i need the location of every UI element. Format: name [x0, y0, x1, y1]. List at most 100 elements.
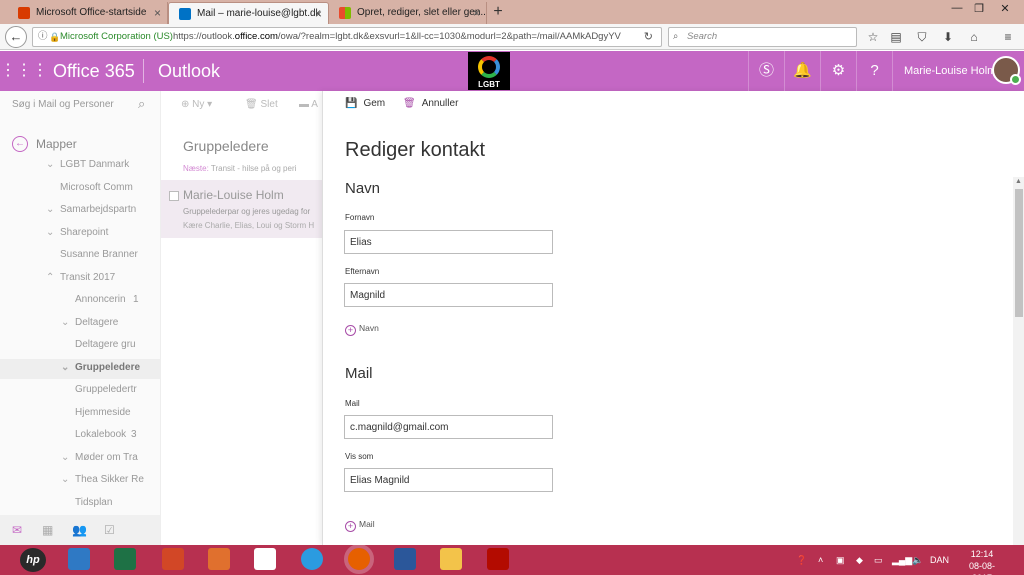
folder-item[interactable]: ⌄ Thea Sikker Re [61, 474, 160, 490]
internet-explorer-icon[interactable] [301, 548, 323, 570]
back-button[interactable]: ← [5, 26, 27, 48]
volume-icon[interactable]: 🔈 [912, 545, 923, 575]
info-icon[interactable]: ⓘ [38, 28, 48, 46]
dropbox-icon[interactable] [254, 548, 276, 570]
search-icon[interactable]: ⌕ [138, 96, 145, 112]
bookmark-star-icon[interactable]: ☆ [865, 29, 881, 45]
folder-item[interactable]: Gruppeledertr [61, 384, 160, 400]
tab-close-icon[interactable]: × [473, 2, 480, 24]
window-close-icon[interactable]: ✕ [994, 2, 1016, 15]
skype-icon[interactable]: Ⓢ [748, 51, 784, 91]
cancel-button[interactable]: 🗑 Annuller [403, 98, 458, 109]
delete-button[interactable]: 🗑 Slet [245, 99, 278, 110]
plus-circle-icon: + [345, 325, 356, 336]
language-indicator[interactable]: DAN [930, 545, 949, 575]
mail-icon[interactable]: ✉ [12, 523, 22, 537]
start-button[interactable]: hp [20, 548, 46, 572]
back-arrow-icon[interactable]: ← [12, 136, 28, 152]
last-name-field[interactable] [344, 283, 553, 307]
plus-circle-icon: + [345, 521, 356, 532]
download-icon[interactable]: ⬇ [940, 29, 956, 45]
edit-contact-panel: 💾 Gem 🗑 Annuller Rediger kontakt Navn Forn… [322, 91, 1024, 545]
add-name-button[interactable]: + Navn [345, 323, 379, 336]
bell-icon[interactable]: 🔔 [784, 51, 820, 91]
powerpoint-icon[interactable] [162, 548, 184, 570]
system-clock[interactable]: 12:14 08-08-2017 [960, 548, 1004, 575]
first-name-field[interactable] [344, 230, 553, 254]
folder-item[interactable]: Tidsplan [61, 497, 160, 513]
dropbox-tray-icon[interactable]: ◆ [856, 545, 863, 575]
archive-icon: ▬ [299, 99, 312, 110]
acrobat-icon[interactable] [487, 548, 509, 570]
folder-item[interactable]: ⌄ Møder om Tra [61, 452, 160, 468]
file-explorer-icon[interactable] [440, 548, 462, 570]
help-icon[interactable]: ? [856, 51, 892, 91]
folder-item[interactable]: Hjemmeside [61, 407, 160, 423]
save-button[interactable]: 💾 Gem [345, 98, 385, 109]
avatar[interactable] [992, 56, 1021, 85]
folder-item-selected[interactable]: ⌄ Gruppeledere [0, 359, 160, 379]
scrollbar-thumb[interactable] [1015, 189, 1023, 317]
scrollbar[interactable]: ▲ [1013, 177, 1024, 545]
audio-app-icon[interactable] [208, 548, 230, 570]
microsoft-favicon-icon [339, 7, 351, 19]
brand-title[interactable]: Office 365 [53, 51, 135, 91]
excel-icon[interactable] [114, 548, 136, 570]
help-tray-icon[interactable]: ❓ [796, 545, 807, 575]
folder-item[interactable]: ⌄ LGBT Danmark [46, 159, 160, 175]
media-player-icon[interactable] [68, 548, 90, 570]
email-field[interactable] [344, 415, 553, 439]
browser-search-input[interactable]: ⌕ Search [668, 27, 857, 47]
reload-icon[interactable]: ↻ [644, 28, 653, 46]
folders-title[interactable]: Mapper [36, 137, 77, 151]
url-bar[interactable]: ⓘ 🔒 Microsoft Corporation (US) https://o… [32, 27, 662, 47]
select-checkbox[interactable] [169, 191, 179, 201]
firefox-icon[interactable] [344, 544, 374, 574]
folder-item[interactable]: Microsoft Comm [46, 182, 160, 198]
folder-item[interactable]: Deltagere gru [61, 339, 160, 355]
add-mail-button[interactable]: + Mail [345, 519, 375, 532]
browser-navbar: ← ⓘ 🔒 Microsoft Corporation (US) https:/… [0, 24, 1024, 50]
folder-item[interactable]: Lokalebook 3 [61, 429, 160, 445]
people-icon[interactable]: 👥 [72, 523, 87, 537]
restore-icon[interactable]: ❐ [968, 2, 990, 15]
app-launcher-icon[interactable]: ⋮⋮⋮ [0, 51, 48, 91]
menu-icon[interactable]: ≡ [1000, 29, 1016, 45]
scroll-up-icon[interactable]: ▲ [1015, 178, 1022, 185]
tab-close-icon[interactable]: × [315, 3, 322, 24]
app-title[interactable]: Outlook [158, 51, 220, 91]
save-icon: 💾 [345, 98, 358, 109]
word-icon[interactable] [394, 548, 416, 570]
office365-header: ⋮⋮⋮ Office 365 Outlook LGBT Ⓢ 🔔 ⚙ ? Mari… [0, 51, 1024, 91]
folder-item[interactable]: ⌄ Deltagere [61, 317, 160, 333]
folder-item[interactable]: Annoncerin 1 [61, 294, 160, 310]
battery-icon[interactable]: ▭ [874, 545, 883, 575]
tab-mail[interactable]: Mail – marie-louise@lgbt.dk × [168, 2, 329, 24]
mail-search-input[interactable]: Søg i Mail og Personer [12, 99, 114, 110]
tab-help-article[interactable]: Opret, rediger, slet eller gen... × [329, 2, 487, 24]
new-tab-button[interactable]: + [488, 2, 508, 22]
tab-office-start[interactable]: Microsoft Office-startside × [8, 2, 168, 24]
calendar-icon[interactable]: ▦ [42, 523, 53, 537]
tab-close-icon[interactable]: × [154, 2, 161, 24]
folder-item[interactable]: Susanne Branner [46, 249, 160, 265]
lock-icon: 🔒 [49, 32, 61, 42]
new-button[interactable]: ⊕ Ny ▾ [181, 99, 212, 110]
pocket-icon[interactable]: ⛉ [914, 29, 930, 45]
gear-icon[interactable]: ⚙ [820, 51, 856, 91]
next-event[interactable]: Næste: Transit - hilse på og peri [183, 164, 296, 173]
expand-tray-icon[interactable]: ˄ [818, 545, 823, 575]
list-item[interactable]: Marie-Louise Holm Gruppelederpar og jere… [161, 180, 323, 238]
user-name[interactable]: Marie-Louise Holm [904, 51, 996, 91]
tasks-icon[interactable]: ☑ [104, 523, 115, 537]
archive-button[interactable]: ▬ A [299, 99, 318, 110]
folder-item[interactable]: ⌄ Sharepoint [46, 227, 160, 243]
reading-list-icon[interactable]: ▤ [888, 29, 904, 45]
box-sync-icon[interactable]: ▣ [836, 545, 845, 575]
folder-item[interactable]: ⌄ Samarbejdspartn [46, 204, 160, 220]
home-icon[interactable]: ⌂ [966, 29, 982, 45]
display-as-field[interactable] [344, 468, 553, 492]
minimize-icon[interactable]: — [946, 2, 968, 14]
folder-item[interactable]: ⌃ Transit 2017 [46, 272, 160, 288]
network-icon[interactable]: ▂▄▆ [892, 545, 912, 575]
